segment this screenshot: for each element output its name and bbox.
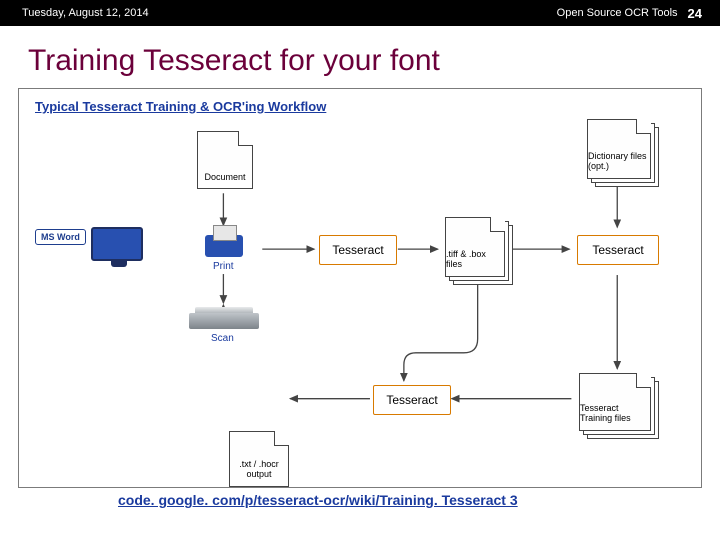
slide-title: Training Tesseract for your font bbox=[0, 26, 720, 88]
printer-icon bbox=[205, 235, 243, 257]
document-node: Document bbox=[197, 131, 253, 189]
tesseract-box-3: Tesseract bbox=[373, 385, 451, 415]
training-files-node: Tesseract Training files bbox=[579, 373, 651, 431]
page-number: 24 bbox=[688, 6, 702, 21]
tiffbox-label: .tiff & .box files bbox=[446, 250, 504, 270]
header-date: Tuesday, August 12, 2014 bbox=[22, 7, 149, 19]
output-label: .txt / .hocr output bbox=[230, 460, 288, 480]
tiff-box-files-node: .tiff & .box files bbox=[445, 217, 505, 277]
slide-header: Tuesday, August 12, 2014 Open Source OCR… bbox=[0, 0, 720, 26]
document-label: Document bbox=[204, 172, 245, 182]
dictionary-files-node: Dictionary files (opt.) bbox=[587, 119, 651, 179]
diagram-heading: Typical Tesseract Training & OCR'ing Wor… bbox=[35, 99, 326, 114]
trainfiles-label: Tesseract Training files bbox=[580, 404, 650, 424]
scan-caption: Scan bbox=[211, 333, 234, 344]
tesseract-box-2: Tesseract bbox=[577, 235, 659, 265]
header-topic: Open Source OCR Tools bbox=[557, 7, 678, 19]
print-caption: Print bbox=[213, 261, 234, 272]
tesseract-box-1: Tesseract bbox=[319, 235, 397, 265]
msword-label: MS Word bbox=[35, 229, 86, 245]
computer-icon bbox=[91, 227, 143, 261]
output-node: .txt / .hocr output bbox=[229, 431, 289, 487]
scanner-icon bbox=[189, 313, 259, 329]
workflow-diagram: Typical Tesseract Training & OCR'ing Wor… bbox=[18, 88, 702, 488]
source-link[interactable]: code. google. com/p/tesseract-ocr/wiki/T… bbox=[0, 492, 720, 508]
dictfiles-label: Dictionary files (opt.) bbox=[588, 152, 650, 172]
